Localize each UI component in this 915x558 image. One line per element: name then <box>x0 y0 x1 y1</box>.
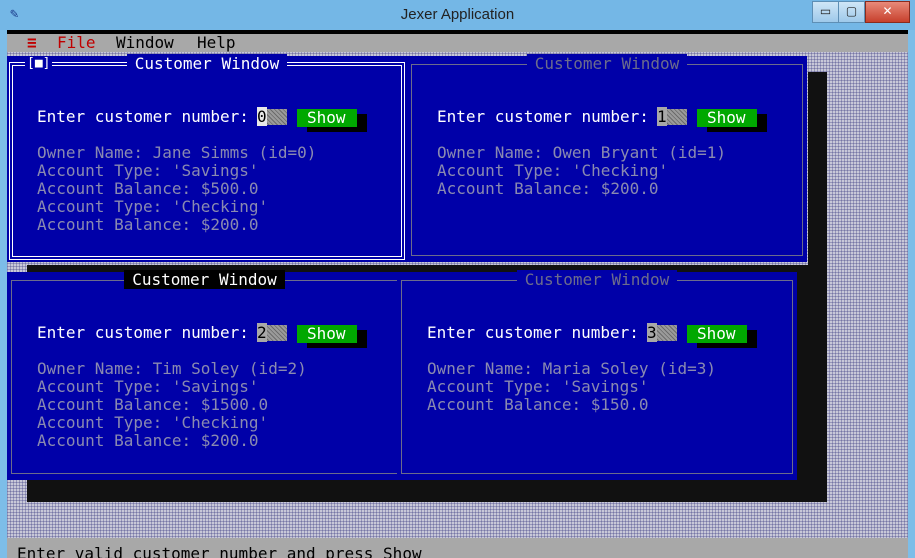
account-balance: Account Balance: $200.0 <box>437 179 659 198</box>
account-type: Account Type: 'Checking' <box>37 197 269 216</box>
customer-window-2[interactable]: Customer Window Enter customer number: 2… <box>7 270 402 480</box>
customer-window-1[interactable]: Customer Window Enter customer number: 1… <box>407 54 807 262</box>
customer-number-label: Enter customer number: <box>427 323 639 342</box>
show-button[interactable]: Show <box>297 325 357 343</box>
minimize-button[interactable]: ▭ <box>812 1 839 23</box>
status-bar: Enter valid customer number and press Sh… <box>7 538 908 558</box>
menu-file[interactable]: File <box>57 34 96 52</box>
account-balance: Account Balance: $500.0 <box>37 179 259 198</box>
account-balance: Account Balance: $200.0 <box>37 431 259 450</box>
account-balance: Account Balance: $200.0 <box>37 215 259 234</box>
account-type: Account Type: 'Savings' <box>37 377 259 396</box>
account-type: Account Type: 'Savings' <box>427 377 649 396</box>
owner-name: Owner Name: Tim Soley (id=2) <box>37 359 307 378</box>
show-button-label: Show <box>307 324 346 343</box>
customer-number-label: Enter customer number: <box>37 323 249 342</box>
status-text: Enter valid customer number and press Sh… <box>17 544 422 558</box>
close-button[interactable]: ✕ <box>865 1 910 23</box>
close-box-label: [■] <box>27 56 51 71</box>
window-title-bar[interactable]: Customer Window <box>397 270 797 289</box>
customer-window-3[interactable]: Customer Window Enter customer number: 3… <box>397 270 797 480</box>
menu-window-label: Window <box>116 33 174 52</box>
window-title-bar[interactable]: Customer Window <box>7 54 407 73</box>
customer-number-value: 0 <box>257 107 267 126</box>
owner-name: Owner Name: Owen Bryant (id=1) <box>437 143 726 162</box>
customer-number-input[interactable]: 3 <box>647 323 677 342</box>
menu-bar: ≡ File Window Help <box>7 34 908 52</box>
terminal-screen: ≡ File Window Help Customer Window [■] E… <box>7 30 908 558</box>
menu-help-label: Help <box>197 33 236 52</box>
os-window: ✎ Jexer Application ▭ ▢ ✕ ≡ File Window … <box>0 0 915 558</box>
menu-window[interactable]: Window <box>116 34 174 52</box>
menu-help[interactable]: Help <box>197 34 236 52</box>
show-button-label: Show <box>707 108 746 127</box>
window-title-bar[interactable]: Customer Window <box>407 54 807 73</box>
owner-name: Owner Name: Maria Soley (id=3) <box>427 359 716 378</box>
customer-window-0[interactable]: Customer Window [■] Enter customer numbe… <box>7 54 407 262</box>
system-menu-icon[interactable]: ≡ <box>27 34 37 52</box>
customer-number-value: 2 <box>257 323 267 342</box>
account-type: Account Type: 'Checking' <box>437 161 669 180</box>
account-type: Account Type: 'Savings' <box>37 161 259 180</box>
account-balance: Account Balance: $1500.0 <box>37 395 269 414</box>
window-title: Jexer Application <box>400 6 515 23</box>
window-title-text: Customer Window <box>126 54 288 73</box>
window-title-text: Customer Window <box>526 54 688 73</box>
customer-number-label: Enter customer number: <box>37 107 249 126</box>
show-button[interactable]: Show <box>697 109 757 127</box>
window-title-text: Customer Window <box>124 270 285 289</box>
owner-name: Owner Name: Jane Simms (id=0) <box>37 143 317 162</box>
show-button-label: Show <box>307 108 346 127</box>
menu-file-label: File <box>57 33 96 52</box>
customer-number-value: 1 <box>657 107 667 126</box>
window-shadow <box>808 72 827 286</box>
show-button[interactable]: Show <box>297 109 357 127</box>
window-title-bar[interactable]: Customer Window <box>7 270 402 289</box>
customer-number-input[interactable]: 1 <box>657 107 687 126</box>
title-bar[interactable]: ✎ Jexer Application ▭ ▢ ✕ <box>0 0 915 30</box>
window-close-button[interactable]: [■] <box>25 56 53 72</box>
maximize-button[interactable]: ▢ <box>838 1 865 23</box>
customer-number-input[interactable]: 2 <box>257 323 287 342</box>
customer-number-input[interactable]: 0 <box>257 107 287 126</box>
show-button[interactable]: Show <box>687 325 747 343</box>
account-type: Account Type: 'Checking' <box>37 413 269 432</box>
customer-number-value: 3 <box>647 323 657 342</box>
show-button-label: Show <box>697 324 736 343</box>
account-balance: Account Balance: $150.0 <box>427 395 649 414</box>
window-title-text: Customer Window <box>516 270 678 289</box>
customer-number-label: Enter customer number: <box>437 107 649 126</box>
